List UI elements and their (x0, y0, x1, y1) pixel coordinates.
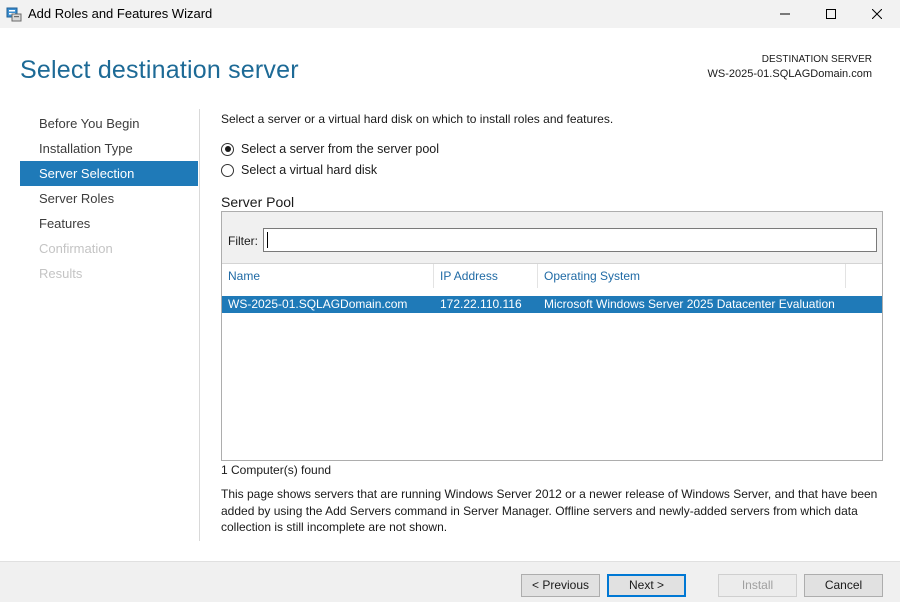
filter-bar: Filter: (222, 212, 882, 264)
column-header-ip-address[interactable]: IP Address (434, 264, 538, 288)
description-text: This page shows servers that are running… (221, 487, 878, 534)
nav-item-results: Results (39, 266, 83, 281)
filter-input[interactable] (263, 228, 877, 252)
close-icon (872, 9, 882, 19)
maximize-icon (826, 9, 836, 19)
nav-item-server-selection[interactable]: Server Selection (20, 161, 198, 186)
server-manager-icon (6, 6, 22, 22)
nav-item-confirmation: Confirmation (39, 241, 113, 256)
nav-item-installation-type[interactable]: Installation Type (20, 136, 198, 161)
maximize-button[interactable] (808, 0, 854, 28)
filter-label: Filter: (228, 234, 258, 248)
table-row[interactable]: WS-2025-01.SQLAGDomain.com 172.22.110.11… (222, 296, 882, 313)
server-pool-title: Server Pool (221, 194, 295, 210)
next-button[interactable]: Next > (607, 574, 686, 597)
previous-button[interactable]: < Previous (521, 574, 600, 597)
nav-item-features[interactable]: Features (20, 211, 198, 236)
intro-text: Select a server or a virtual hard disk o… (221, 112, 614, 126)
minimize-button[interactable] (762, 0, 808, 28)
window-title: Add Roles and Features Wizard (28, 6, 213, 21)
row-ip-address: 172.22.110.116 (440, 297, 522, 311)
wizard-steps-nav: Before You Begin Installation Type Serve… (20, 111, 198, 286)
title-bar: Add Roles and Features Wizard (0, 0, 900, 28)
page-title: Select destination server (20, 56, 299, 84)
option-server-pool[interactable]: Select a server from the server pool (221, 142, 439, 156)
cancel-button[interactable]: Cancel (804, 574, 883, 597)
footer-bar: < Previous Next > Install Cancel (0, 561, 900, 602)
minimize-icon (780, 9, 790, 19)
destination-server-value: WS-2025-01.SQLAGDomain.com (707, 68, 872, 80)
computers-found-count: 1 Computer(s) found (221, 463, 332, 477)
close-button[interactable] (854, 0, 900, 28)
column-header-operating-system[interactable]: Operating System (538, 264, 846, 288)
server-pool-panel: Filter: Name IP Address Operating System… (221, 211, 883, 461)
column-header-name[interactable]: Name (222, 264, 434, 288)
option-virtual-hard-disk-label[interactable]: Select a virtual hard disk (241, 163, 377, 177)
nav-item-before-you-begin[interactable]: Before You Begin (20, 111, 198, 136)
install-button: Install (718, 574, 797, 597)
destination-server-label: DESTINATION SERVER (761, 54, 872, 65)
option-virtual-hard-disk[interactable]: Select a virtual hard disk (221, 163, 377, 177)
radio-virtual-hard-disk[interactable] (221, 163, 234, 177)
nav-divider (199, 109, 200, 541)
row-operating-system: Microsoft Windows Server 2025 Datacenter… (544, 297, 835, 311)
radio-server-pool[interactable] (221, 142, 234, 156)
text-cursor (267, 232, 268, 248)
option-server-pool-label[interactable]: Select a server from the server pool (241, 142, 439, 156)
nav-item-server-roles[interactable]: Server Roles (20, 186, 198, 211)
row-name: WS-2025-01.SQLAGDomain.com (228, 297, 408, 311)
